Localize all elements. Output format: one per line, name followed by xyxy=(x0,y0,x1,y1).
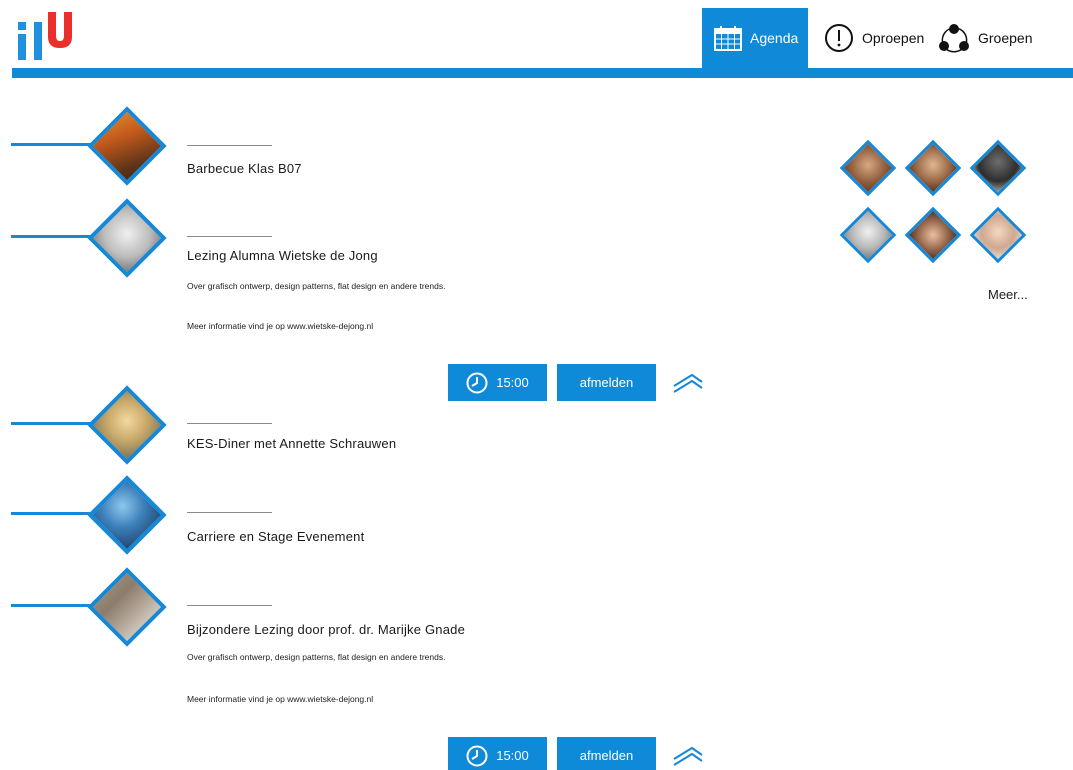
title-rule xyxy=(187,145,272,146)
title-rule xyxy=(187,512,272,513)
nav-oproepen-label: Oproepen xyxy=(862,30,925,46)
afmelden-button[interactable]: afmelden xyxy=(557,364,656,401)
attendee-photo-4 xyxy=(839,206,897,264)
archaeology-photo xyxy=(87,567,167,647)
header-divider xyxy=(12,68,1073,78)
event-title[interactable]: KES-Diner met Annette Schrauwen xyxy=(187,436,396,451)
event-more-info: Meer informatie vind je op www.wietske-d… xyxy=(187,321,374,331)
event-title[interactable]: Lezing Alumna Wietske de Jong xyxy=(187,248,378,263)
logo-dot-top xyxy=(18,22,26,30)
event-title[interactable]: Barbecue Klas B07 xyxy=(187,161,302,176)
time-label: 15:00 xyxy=(496,375,529,390)
barbecue-photo xyxy=(87,106,167,186)
hu-logo[interactable] xyxy=(10,8,78,70)
event-image-carriere[interactable] xyxy=(87,475,167,555)
attendee-photo-1 xyxy=(839,139,897,197)
nav-tab-agenda[interactable]: Agenda xyxy=(702,8,808,68)
nav-tab-groepen[interactable]: Groepen xyxy=(938,8,1032,68)
blonde-woman-photo xyxy=(87,385,167,465)
event-more-info: Meer informatie vind je op www.wietske-d… xyxy=(187,694,374,704)
logo-bar-left xyxy=(18,34,26,60)
clock-icon xyxy=(466,372,488,393)
time-button[interactable]: 15:00 xyxy=(448,364,547,401)
collapse-chevron-icon[interactable] xyxy=(672,745,704,767)
event-image-barbecue[interactable] xyxy=(87,106,167,186)
event-title[interactable]: Bijzondere Lezing door prof. dr. Marijke… xyxy=(187,622,465,637)
event-image-gnade[interactable] xyxy=(87,567,167,647)
attendee-avatar[interactable] xyxy=(904,139,962,197)
woman-portrait-photo xyxy=(87,198,167,278)
nav-tab-oproepen[interactable]: Oproepen xyxy=(824,8,924,68)
event-description: Over grafisch ontwerp, design patterns, … xyxy=(187,281,446,291)
attendee-photo-5 xyxy=(904,206,962,264)
more-attendees-link[interactable]: Meer... xyxy=(988,287,1028,302)
calendar-icon xyxy=(714,26,742,51)
event-title[interactable]: Carriere en Stage Evenement xyxy=(187,529,364,544)
attendee-avatar[interactable] xyxy=(969,139,1027,197)
event-image-wietske[interactable] xyxy=(87,198,167,278)
network-touch-photo xyxy=(87,475,167,555)
attendee-avatar[interactable] xyxy=(904,206,962,264)
attendee-photo-2 xyxy=(904,139,962,197)
attendee-photo-6 xyxy=(969,206,1027,264)
group-network-icon xyxy=(939,24,969,53)
attendee-avatar[interactable] xyxy=(839,139,897,197)
nav-groepen-label: Groepen xyxy=(978,30,1033,46)
nav-agenda-label: Agenda xyxy=(750,30,799,46)
event-description: Over grafisch ontwerp, design patterns, … xyxy=(187,652,446,662)
clock-icon xyxy=(466,745,488,766)
time-label: 15:00 xyxy=(496,748,529,763)
attendee-photo-3 xyxy=(969,139,1027,197)
title-rule xyxy=(187,423,272,424)
logo-bar-mid xyxy=(34,22,42,60)
event-image-annette[interactable] xyxy=(87,385,167,465)
collapse-chevron-icon[interactable] xyxy=(672,372,704,394)
afmelden-button[interactable]: afmelden xyxy=(557,737,656,770)
title-rule xyxy=(187,236,272,237)
title-rule xyxy=(187,605,272,606)
logo-u-letter xyxy=(48,12,72,48)
attendee-avatar[interactable] xyxy=(839,206,897,264)
attendee-avatar[interactable] xyxy=(969,206,1027,264)
exclamation-circle-icon xyxy=(825,24,853,52)
time-button[interactable]: 15:00 xyxy=(448,737,547,770)
